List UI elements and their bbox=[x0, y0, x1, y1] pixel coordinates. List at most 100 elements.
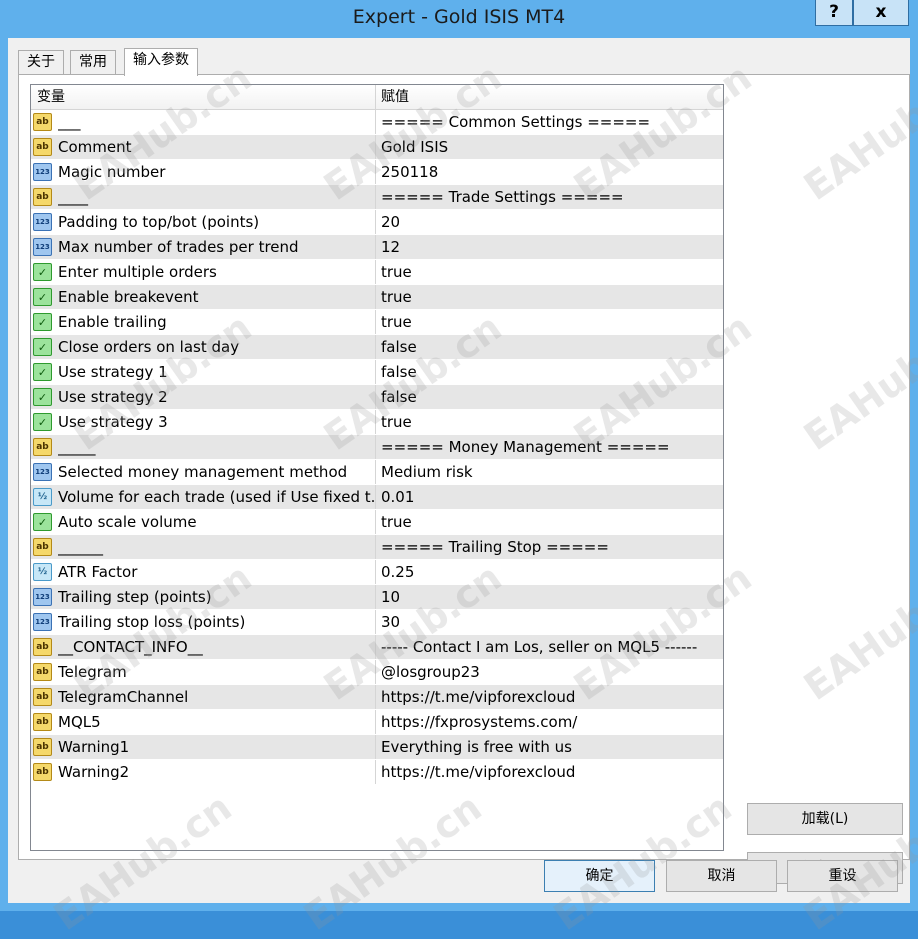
table-row[interactable]: ✓ Enable trailing true bbox=[31, 310, 723, 335]
param-name: Auto scale volume bbox=[58, 510, 376, 534]
double-icon: ½ bbox=[33, 563, 52, 581]
param-name: MQL5 bbox=[58, 710, 376, 734]
string-icon: ab bbox=[33, 538, 52, 556]
table-row[interactable]: ✓ Auto scale volume true bbox=[31, 510, 723, 535]
param-name: Enable trailing bbox=[58, 310, 376, 334]
boolean-icon: ✓ bbox=[33, 513, 52, 531]
table-row[interactable]: ab Warning1 Everything is free with us bbox=[31, 735, 723, 760]
table-row[interactable]: ab TelegramChannel https://t.me/vipforexcl… bbox=[31, 685, 723, 710]
param-name: ___ bbox=[58, 110, 376, 134]
param-value[interactable]: Everything is free with us bbox=[381, 735, 721, 759]
table-row[interactable]: ab MQL5 https://fxprosystems.com/ bbox=[31, 710, 723, 735]
boolean-icon: ✓ bbox=[33, 388, 52, 406]
param-value[interactable]: true bbox=[381, 310, 721, 334]
param-value[interactable]: 0.25 bbox=[381, 560, 721, 584]
string-icon: ab bbox=[33, 438, 52, 456]
param-name: Use strategy 3 bbox=[58, 410, 376, 434]
param-value[interactable]: 0.01 bbox=[381, 485, 721, 509]
param-name: ______ bbox=[58, 535, 376, 559]
table-row[interactable]: ½ ATR Factor 0.25 bbox=[31, 560, 723, 585]
table-row[interactable]: 123 Trailing step (points) 10 bbox=[31, 585, 723, 610]
table-row[interactable]: 123 Trailing stop loss (points) 30 bbox=[31, 610, 723, 635]
param-name: Use strategy 1 bbox=[58, 360, 376, 384]
boolean-icon: ✓ bbox=[33, 263, 52, 281]
param-value[interactable]: false bbox=[381, 385, 721, 409]
table-row[interactable]: ab ___ ===== Common Settings ===== bbox=[31, 110, 723, 135]
string-icon: ab bbox=[33, 713, 52, 731]
tab-about[interactable]: 关于 bbox=[18, 50, 64, 74]
table-row[interactable]: ab __CONTACT_INFO__ ----- Contact I am Los… bbox=[31, 635, 723, 660]
param-value[interactable]: 12 bbox=[381, 235, 721, 259]
ok-button[interactable]: 确定 bbox=[544, 860, 655, 892]
close-button[interactable]: x bbox=[853, 0, 909, 26]
window-title: Expert - Gold ISIS MT4 bbox=[352, 6, 566, 28]
table-row[interactable]: ab Telegram @losgroup23 bbox=[31, 660, 723, 685]
param-value[interactable]: false bbox=[381, 360, 721, 384]
table-row[interactable]: ✓ Enable breakevent true bbox=[31, 285, 723, 310]
string-icon: ab bbox=[33, 113, 52, 131]
param-value[interactable]: 20 bbox=[381, 210, 721, 234]
string-icon: ab bbox=[33, 738, 52, 756]
table-body: ab ___ ===== Common Settings ===== ab Commen… bbox=[31, 110, 723, 785]
param-name: Warning2 bbox=[58, 760, 376, 784]
table-row[interactable]: 123 Max number of trades per trend 12 bbox=[31, 235, 723, 260]
param-value[interactable]: https://fxprosystems.com/ bbox=[381, 710, 721, 734]
table-row[interactable]: ✓ Close orders on last day false bbox=[31, 335, 723, 360]
boolean-icon: ✓ bbox=[33, 413, 52, 431]
param-name: Telegram bbox=[58, 660, 376, 684]
param-value[interactable]: 10 bbox=[381, 585, 721, 609]
param-name: Enter multiple orders bbox=[58, 260, 376, 284]
table-row[interactable]: ✓ Use strategy 3 true bbox=[31, 410, 723, 435]
reset-button[interactable]: 重设 bbox=[787, 860, 898, 892]
header-value[interactable]: 赋值 bbox=[376, 85, 722, 109]
param-value[interactable]: ===== Common Settings ===== bbox=[381, 110, 721, 134]
integer-icon: 123 bbox=[33, 213, 52, 231]
inputs-panel: 变量 赋值 ab ___ ===== Common Settings ===== ab… bbox=[18, 74, 910, 884]
param-value[interactable]: ===== Trailing Stop ===== bbox=[381, 535, 721, 559]
param-value[interactable]: ===== Money Management ===== bbox=[381, 435, 721, 459]
param-value[interactable]: Gold ISIS bbox=[381, 135, 721, 159]
table-row[interactable]: ✓ Use strategy 2 false bbox=[31, 385, 723, 410]
param-value[interactable]: https://t.me/vipforexcloud bbox=[381, 685, 721, 709]
table-header: 变量 赋值 bbox=[31, 85, 723, 110]
tab-inputs[interactable]: 输入参数 bbox=[124, 48, 198, 76]
param-name: Selected money management method bbox=[58, 460, 376, 484]
header-variable[interactable]: 变量 bbox=[31, 85, 376, 109]
table-row[interactable]: ✓ Enter multiple orders true bbox=[31, 260, 723, 285]
param-name: Close orders on last day bbox=[58, 335, 376, 359]
table-row[interactable]: ab _____ ===== Money Management ===== bbox=[31, 435, 723, 460]
table-row[interactable]: 123 Magic number 250118 bbox=[31, 160, 723, 185]
table-row[interactable]: ab ____ ===== Trade Settings ===== bbox=[31, 185, 723, 210]
param-value[interactable]: 30 bbox=[381, 610, 721, 634]
tab-common[interactable]: 常用 bbox=[70, 50, 116, 74]
boolean-icon: ✓ bbox=[33, 363, 52, 381]
string-icon: ab bbox=[33, 688, 52, 706]
cancel-button[interactable]: 取消 bbox=[666, 860, 777, 892]
param-value[interactable]: true bbox=[381, 410, 721, 434]
table-row[interactable]: ½ Volume for each trade (used if Use fixe… bbox=[31, 485, 723, 510]
string-icon: ab bbox=[33, 638, 52, 656]
param-value[interactable]: Medium risk bbox=[381, 460, 721, 484]
param-value[interactable]: https://t.me/vipforexcloud bbox=[381, 760, 721, 784]
param-name: Warning1 bbox=[58, 735, 376, 759]
load-button[interactable]: 加载(L) bbox=[747, 803, 903, 835]
parameters-table[interactable]: 变量 赋值 ab ___ ===== Common Settings ===== ab… bbox=[30, 84, 724, 851]
param-value[interactable]: true bbox=[381, 510, 721, 534]
table-row[interactable]: ab ______ ===== Trailing Stop ===== bbox=[31, 535, 723, 560]
table-row[interactable]: 123 Selected money management method Mediu… bbox=[31, 460, 723, 485]
param-value[interactable]: true bbox=[381, 285, 721, 309]
param-name: ATR Factor bbox=[58, 560, 376, 584]
param-value[interactable]: 250118 bbox=[381, 160, 721, 184]
param-value[interactable]: ===== Trade Settings ===== bbox=[381, 185, 721, 209]
table-row[interactable]: ab Comment Gold ISIS bbox=[31, 135, 723, 160]
param-name: Max number of trades per trend bbox=[58, 235, 376, 259]
param-value[interactable]: false bbox=[381, 335, 721, 359]
param-value[interactable]: true bbox=[381, 260, 721, 284]
help-button[interactable]: ? bbox=[815, 0, 853, 26]
table-row[interactable]: 123 Padding to top/bot (points) 20 bbox=[31, 210, 723, 235]
table-row[interactable]: ✓ Use strategy 1 false bbox=[31, 360, 723, 385]
param-value[interactable]: ----- Contact I am Los, seller on MQL5 -… bbox=[381, 635, 721, 659]
param-value[interactable]: @losgroup23 bbox=[381, 660, 721, 684]
table-row[interactable]: ab Warning2 https://t.me/vipforexcloud bbox=[31, 760, 723, 785]
title-bar[interactable]: Expert - Gold ISIS MT4 ? x bbox=[0, 0, 918, 38]
